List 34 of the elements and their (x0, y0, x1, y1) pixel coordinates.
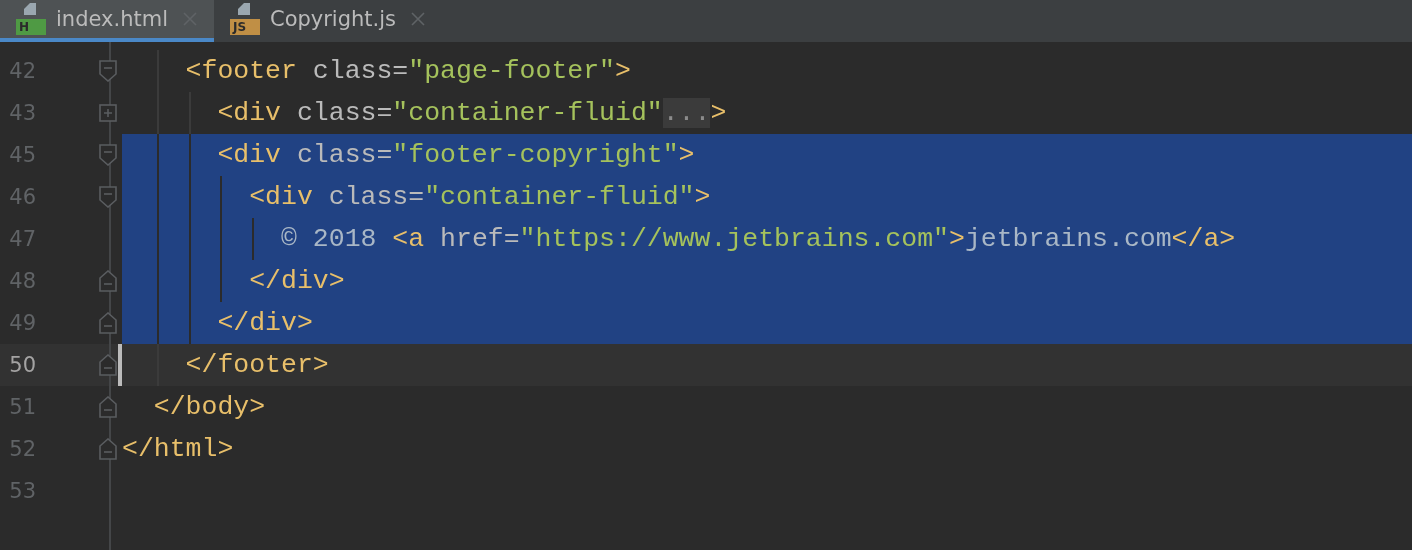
fold-icon[interactable] (99, 144, 117, 166)
line-number: 48 (8, 268, 36, 295)
line-number: 42 (8, 58, 36, 85)
code-line: </footer> (184, 350, 329, 380)
code-line: © 2018 <a href="https://www.jetbrains.com">jetbrains.com</a> (280, 224, 1236, 254)
code-line: <div class="container-fluid"> (248, 182, 711, 212)
fold-icon[interactable] (99, 60, 117, 82)
line-number: 43 (8, 100, 36, 127)
fold-icon[interactable] (99, 396, 117, 418)
line-number: 53 (8, 478, 36, 505)
code-line: </div> (216, 308, 313, 338)
line-number: 52 (8, 436, 36, 463)
line-number: 51 (8, 394, 36, 421)
fold-icon[interactable] (99, 312, 117, 334)
close-icon[interactable] (410, 11, 427, 27)
line-number: 47 (8, 226, 36, 253)
text-cursor (118, 344, 122, 386)
code-line: <footer class="page-footer"> (184, 56, 631, 86)
line-number: 46 (8, 184, 36, 211)
editor-tab[interactable]: JS Copyright.js (213, 0, 443, 42)
code-line: </body> (152, 392, 266, 422)
expand-icon[interactable] (99, 104, 117, 122)
fold-icon[interactable] (99, 438, 117, 460)
line-number: 49 (8, 310, 36, 337)
code-line: <div class="footer-copyright"> (216, 140, 695, 170)
line-number: 45 (8, 142, 36, 169)
fold-icon[interactable] (99, 186, 117, 208)
fold-icon[interactable] (99, 354, 117, 376)
code-line: <div class="container-fluid"...> (216, 98, 727, 128)
line-number: 50 (8, 352, 36, 379)
editor-tab[interactable]: H index.html (0, 0, 214, 42)
code-line: </html> (122, 434, 234, 464)
code-line: </div> (248, 266, 345, 296)
fold-icon[interactable] (99, 270, 117, 292)
